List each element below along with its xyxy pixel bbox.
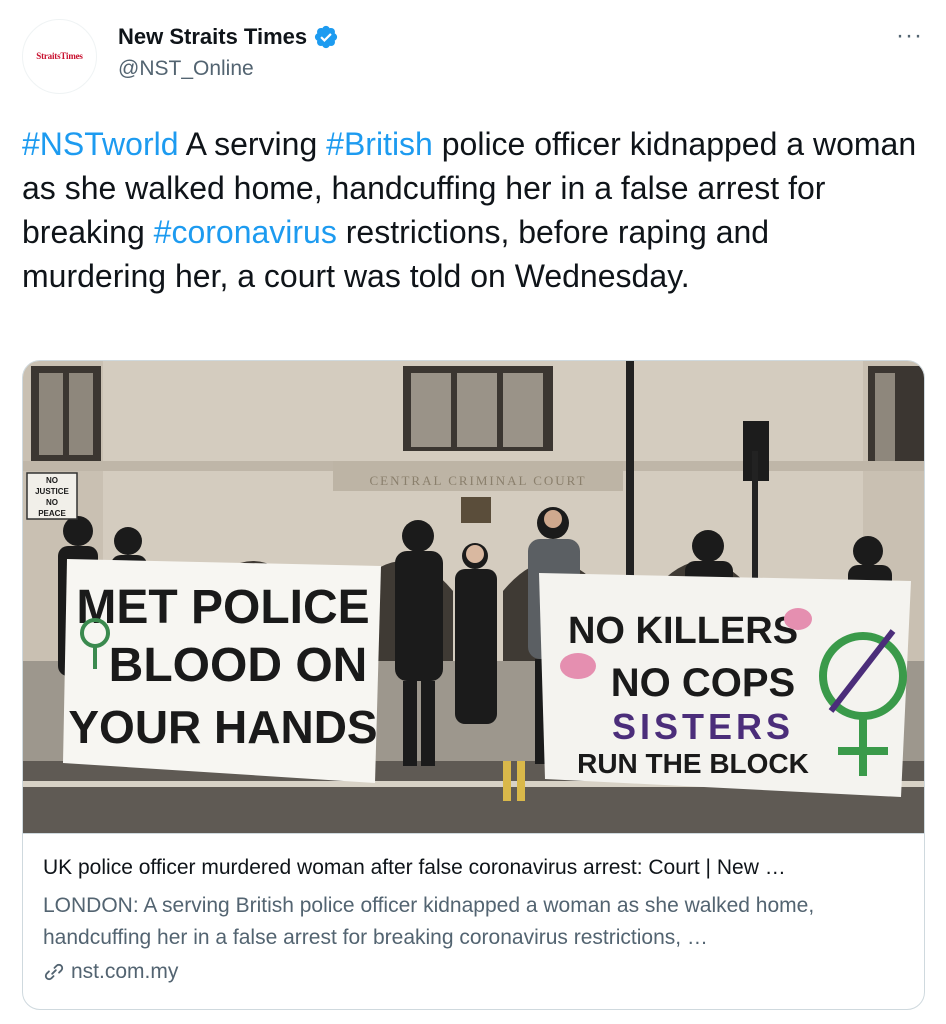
card-image[interactable]: CENTRAL CRIMINAL COURT NO JUSTICE NO PEA… <box>23 361 924 833</box>
banner-left-line: MET POLICE <box>76 581 369 634</box>
hashtag-link[interactable]: #NSTworld <box>22 126 179 162</box>
banner-left-line: BLOOD ON <box>109 639 368 692</box>
card-body[interactable]: UK police officer murdered woman after f… <box>23 833 924 1009</box>
banner-right-line: SISTERS <box>612 706 794 747</box>
protest-photo: CENTRAL CRIMINAL COURT NO JUSTICE NO PEA… <box>23 361 924 833</box>
banner-right-line: NO COPS <box>611 661 795 705</box>
card-domain-text: nst.com.my <box>71 960 179 983</box>
hashtag-link[interactable]: #British <box>326 126 433 162</box>
tweet-text-segment: A serving <box>178 126 327 162</box>
small-sign-line: PEACE <box>38 509 66 518</box>
more-options-icon[interactable]: ··· <box>896 24 923 48</box>
hashtag-link[interactable]: #coronavirus <box>154 214 337 250</box>
court-sign: CENTRAL CRIMINAL COURT <box>369 473 586 488</box>
avatar-logo: StraitsTimes <box>36 51 83 61</box>
small-sign-line: JUSTICE <box>35 487 69 496</box>
banner-left-line: YOUR HANDS <box>68 701 377 753</box>
card-description: LONDON: A serving British police officer… <box>43 894 815 949</box>
link-card[interactable]: CENTRAL CRIMINAL COURT NO JUSTICE NO PEA… <box>22 360 925 1010</box>
small-sign-line: NO <box>46 498 58 507</box>
banner-right-line: RUN THE BLOCK <box>577 748 809 779</box>
card-title: UK police officer murdered woman after f… <box>43 856 786 879</box>
card-domain: nst.com.my <box>43 960 178 984</box>
verified-badge-icon <box>315 25 338 49</box>
link-icon <box>44 963 64 981</box>
author-row: New Straits Times <box>118 24 339 50</box>
small-sign-line: NO <box>46 476 58 485</box>
tweet-text: #NSTworld A serving #British police offi… <box>22 122 922 298</box>
author-name[interactable]: New Straits Times <box>118 24 307 50</box>
banner-right-line: NO KILLERS <box>568 610 798 652</box>
author-handle[interactable]: @NST_Online <box>118 57 254 81</box>
tweet: StraitsTimes New Straits Times @NST_Onli… <box>0 0 946 1024</box>
avatar[interactable]: StraitsTimes <box>22 19 97 94</box>
